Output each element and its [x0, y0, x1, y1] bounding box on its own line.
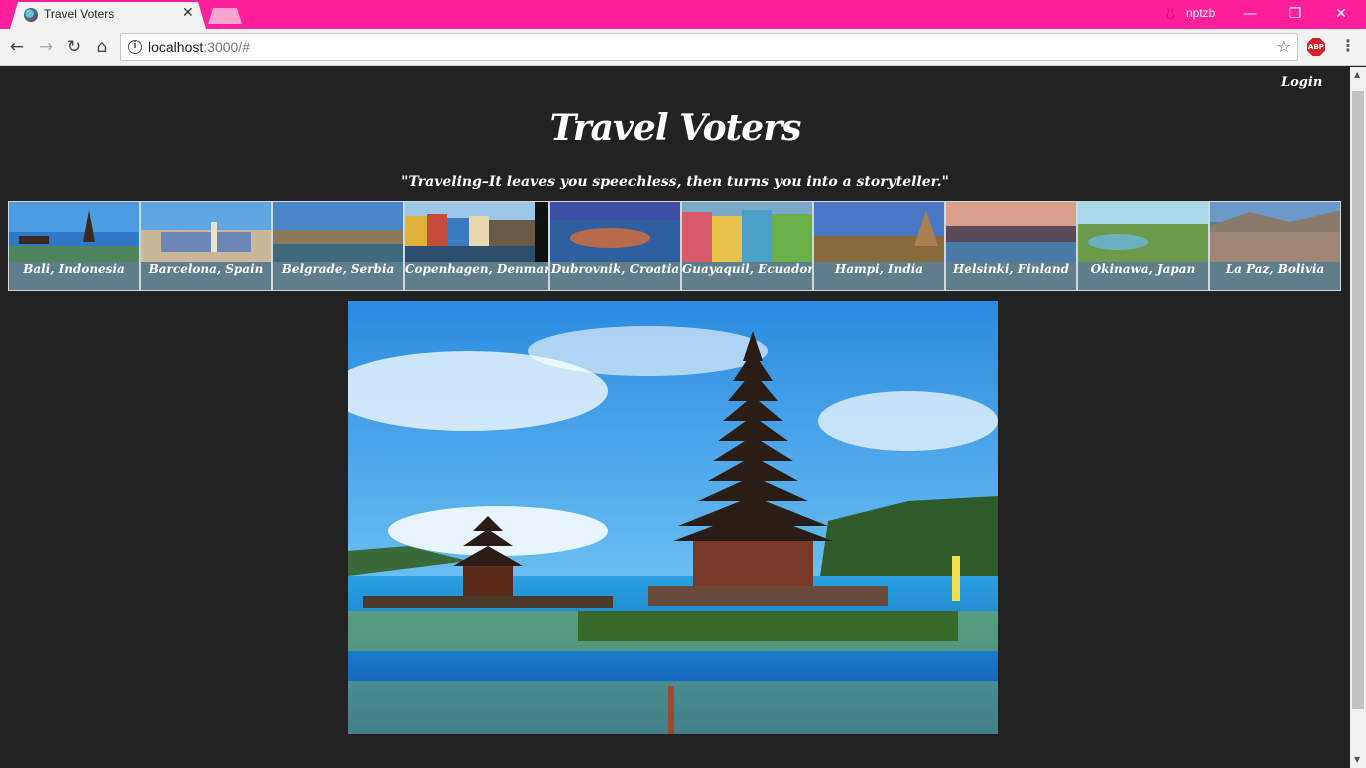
destination-barcelona[interactable]: Barcelona, Spain — [140, 201, 272, 291]
destination-dubrovnik[interactable]: Dubrovnik, Croatia — [549, 201, 681, 291]
adblock-icon[interactable]: ABP — [1307, 38, 1325, 56]
destination-thumbnail — [1210, 202, 1340, 262]
home-icon[interactable]: ⌂ — [91, 36, 113, 58]
page-viewport: Login Travel Voters "Traveling–It leaves… — [0, 67, 1350, 768]
back-arrow-icon[interactable]: ← — [6, 36, 28, 58]
profile-icon[interactable]: ⟅⟆ — [1166, 7, 1175, 20]
destination-bali[interactable]: Bali, Indonesia — [8, 201, 140, 291]
page-scrollbar[interactable]: ▲ ▼ — [1350, 67, 1366, 768]
scroll-up-arrow-icon[interactable]: ▲ — [1354, 70, 1360, 79]
destination-okinawa[interactable]: Okinawa, Japan — [1077, 201, 1209, 291]
globe-favicon-icon — [24, 8, 38, 22]
destination-thumbnail — [550, 202, 680, 262]
destination-strip: Bali, Indonesia Barcelona, Spain Belgrad… — [8, 201, 1341, 291]
destination-copenhagen[interactable]: Copenhagen, Denmark — [404, 201, 549, 291]
browser-tab[interactable]: Travel Voters ✕ — [10, 2, 206, 29]
destination-belgrade[interactable]: Belgrade, Serbia — [272, 201, 404, 291]
profile-name[interactable]: nptzb — [1186, 6, 1215, 20]
address-bar[interactable]: i localhost:3000/# ☆ — [120, 33, 1298, 61]
url-text[interactable]: localhost:3000/# — [148, 39, 250, 55]
destination-thumbnail — [814, 202, 944, 262]
destination-hampi[interactable]: Hampi, India — [813, 201, 945, 291]
minimize-icon[interactable]: — — [1240, 4, 1260, 24]
destination-thumbnail — [946, 202, 1076, 262]
browser-toolbar: ← → ↻ ⌂ i localhost:3000/# ☆ ABP ⋮ — [0, 29, 1366, 66]
page-title: Travel Voters — [549, 107, 802, 149]
restore-icon[interactable]: ❐ — [1285, 4, 1305, 24]
destination-helsinki[interactable]: Helsinki, Finland — [945, 201, 1077, 291]
destination-thumbnail — [405, 202, 548, 262]
destination-thumbnail — [273, 202, 403, 262]
destination-thumbnail — [682, 202, 812, 262]
destination-guayaquil[interactable]: Guayaquil, Ecuador — [681, 201, 813, 291]
reload-icon[interactable]: ↻ — [63, 36, 85, 58]
destination-la-paz[interactable]: La Paz, Bolivia — [1209, 201, 1341, 291]
tab-title: Travel Voters — [44, 7, 115, 21]
page-quote: "Traveling–It leaves you speechless, the… — [401, 174, 949, 190]
forward-arrow-icon[interactable]: → — [35, 36, 57, 58]
scroll-down-arrow-icon[interactable]: ▼ — [1354, 755, 1360, 764]
hero-image-bali-temple — [348, 301, 998, 734]
destination-thumbnail — [141, 202, 271, 262]
destination-thumbnail — [1078, 202, 1208, 262]
login-link[interactable]: Login — [1281, 75, 1322, 90]
info-icon[interactable]: i — [128, 40, 142, 54]
close-window-icon[interactable]: ✕ — [1331, 4, 1351, 24]
destination-thumbnail — [9, 202, 139, 262]
bookmark-star-icon[interactable]: ☆ — [1277, 37, 1291, 56]
new-tab-button[interactable] — [208, 8, 242, 24]
menu-kebab-icon[interactable]: ⋮ — [1340, 36, 1356, 55]
scrollbar-thumb[interactable] — [1352, 91, 1364, 709]
browser-title-bar: Travel Voters ✕ ⟅⟆ nptzb — ❐ ✕ — [0, 0, 1366, 29]
close-tab-icon[interactable]: ✕ — [182, 5, 194, 21]
